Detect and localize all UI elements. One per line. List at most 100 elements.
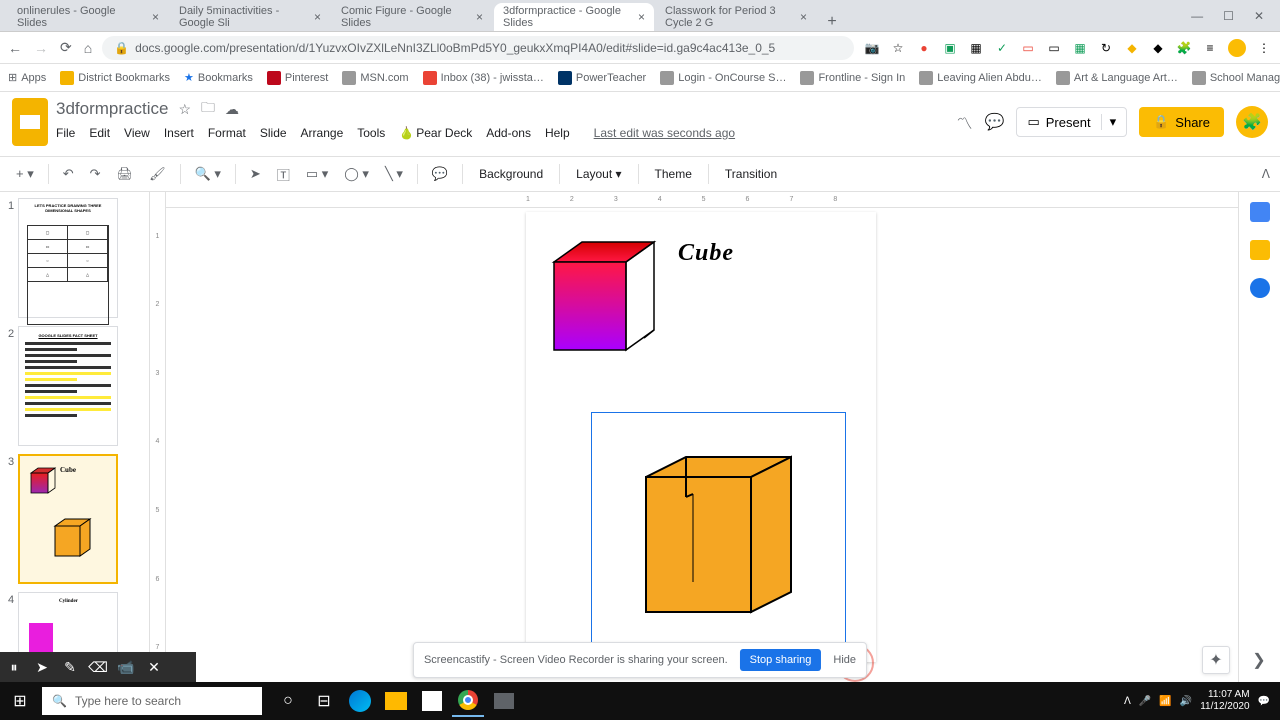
chrome-icon[interactable] bbox=[452, 685, 484, 717]
cortana-icon[interactable]: ○ bbox=[272, 685, 304, 717]
document-title[interactable]: 3dformpractice bbox=[56, 99, 168, 119]
explorer-icon[interactable] bbox=[380, 685, 412, 717]
gradient-cube-shape[interactable] bbox=[536, 232, 666, 362]
menu-tools[interactable]: Tools bbox=[357, 126, 385, 140]
slides-logo-icon[interactable] bbox=[12, 98, 48, 146]
image-tool[interactable]: ▭ ▾ bbox=[300, 162, 334, 186]
wifi-icon[interactable]: 📶 bbox=[1159, 696, 1171, 707]
camera-icon[interactable] bbox=[488, 685, 520, 717]
search-input[interactable]: 🔍 Type here to search bbox=[42, 687, 262, 715]
ext-icon[interactable]: ▭ bbox=[1020, 40, 1036, 56]
bookmark-item[interactable]: Art & Language Art… bbox=[1056, 71, 1178, 85]
comment-tool[interactable]: 💬 bbox=[426, 162, 454, 186]
back-icon[interactable]: ← bbox=[8, 40, 22, 56]
browser-tab[interactable]: onlinerules - Google Slides× bbox=[8, 3, 168, 31]
close-icon[interactable]: × bbox=[152, 10, 159, 24]
browser-tab[interactable]: Classwork for Period 3 Cycle 2 G× bbox=[656, 3, 816, 31]
start-button[interactable]: ⊞ bbox=[0, 682, 40, 720]
select-tool[interactable]: ➤ bbox=[244, 162, 267, 186]
textbox-tool[interactable]: 🅃 bbox=[271, 161, 296, 188]
close-icon[interactable]: × bbox=[638, 10, 645, 24]
zoom-button[interactable]: 🔍 ▾ bbox=[189, 162, 227, 186]
ext-icon[interactable]: ▦ bbox=[968, 40, 984, 56]
slide-thumbnail-2[interactable]: 2 GOOGLE SLIDES FACT SHEET bbox=[4, 326, 145, 446]
store-icon[interactable] bbox=[416, 685, 448, 717]
clock[interactable]: 11:07 AM 11/12/2020 bbox=[1200, 689, 1249, 713]
task-view-icon[interactable]: ⊟ bbox=[308, 685, 340, 717]
browser-tab[interactable]: Daily 5minactivities - Google Sli× bbox=[170, 3, 330, 31]
webcam-button[interactable]: 📹 bbox=[112, 652, 140, 682]
ext-icon[interactable]: ◆ bbox=[1124, 40, 1140, 56]
extensions-icon[interactable]: 🧩 bbox=[1176, 40, 1192, 56]
hide-button[interactable]: Hide bbox=[833, 654, 856, 666]
ext-icon[interactable]: ↻ bbox=[1098, 40, 1114, 56]
reload-icon[interactable]: ⟳ bbox=[60, 39, 72, 56]
pen-tool-button[interactable]: ✎ bbox=[56, 652, 84, 682]
pause-button[interactable]: ⏸ bbox=[0, 652, 28, 682]
share-button[interactable]: 🔒 Share bbox=[1139, 107, 1224, 137]
layout-button[interactable]: Layout ▾ bbox=[568, 163, 629, 185]
redo-button[interactable]: ↷ bbox=[84, 162, 107, 186]
bookmark-item[interactable]: District Bookmarks bbox=[60, 71, 170, 85]
background-button[interactable]: Background bbox=[471, 163, 551, 185]
menu-arrange[interactable]: Arrange bbox=[301, 126, 344, 140]
bookmark-item[interactable]: Frontline - Sign In bbox=[800, 71, 905, 85]
present-button[interactable]: ▭ Present ▾ bbox=[1016, 107, 1127, 137]
ext-icon[interactable]: ● bbox=[916, 40, 932, 56]
chevron-down-icon[interactable]: ▾ bbox=[1101, 114, 1117, 130]
ext-icon[interactable]: ▭ bbox=[1046, 40, 1062, 56]
collapse-toolbar-icon[interactable]: ᐱ bbox=[1262, 167, 1270, 181]
home-icon[interactable]: ⌂ bbox=[84, 40, 92, 56]
close-icon[interactable]: ✕ bbox=[1254, 9, 1264, 23]
close-controls-button[interactable]: ✕ bbox=[140, 652, 168, 682]
ext-icon[interactable]: ◆ bbox=[1150, 40, 1166, 56]
bookmark-item[interactable]: PowerTeacher bbox=[558, 71, 646, 85]
mic-icon[interactable]: 🎤 bbox=[1139, 696, 1151, 707]
filmstrip[interactable]: 1 LETS PRACTICE DRAWING THREEDIMENSIONAL… bbox=[0, 192, 150, 682]
comment-icon[interactable]: 💬 bbox=[985, 112, 1005, 132]
print-button[interactable]: 🖨 bbox=[111, 162, 140, 186]
shape-tool[interactable]: ◯ ▾ bbox=[338, 162, 375, 186]
star-icon[interactable]: ☆ bbox=[890, 40, 906, 56]
menu-icon[interactable]: ⋮ bbox=[1256, 40, 1272, 56]
browser-tab[interactable]: Comic Figure - Google Slides× bbox=[332, 3, 492, 31]
edge-icon[interactable] bbox=[344, 685, 376, 717]
last-edit-link[interactable]: Last edit was seconds ago bbox=[594, 126, 735, 140]
undo-button[interactable]: ↶ bbox=[57, 162, 80, 186]
canvas-area[interactable]: 1 2 3 4 5 6 7 8 Cube bbox=[166, 192, 1238, 682]
menu-view[interactable]: View bbox=[124, 126, 150, 140]
cloud-icon[interactable]: ☁ bbox=[225, 101, 239, 118]
menu-file[interactable]: File bbox=[56, 126, 75, 140]
bookmark-item[interactable]: Leaving Alien Abdu… bbox=[919, 71, 1042, 85]
eraser-tool-button[interactable]: ⌫ bbox=[84, 652, 112, 682]
apps-button[interactable]: ⊞Apps bbox=[8, 71, 46, 84]
close-icon[interactable]: × bbox=[314, 10, 321, 24]
selection-box[interactable] bbox=[591, 412, 846, 667]
close-icon[interactable]: × bbox=[800, 10, 807, 24]
explore-button[interactable]: ✦ bbox=[1202, 646, 1230, 674]
ext-icon[interactable]: ≡ bbox=[1202, 40, 1218, 56]
bookmark-item[interactable]: Login - OnCourse S… bbox=[660, 71, 786, 85]
forward-icon[interactable]: → bbox=[34, 40, 48, 56]
slide-thumbnail-3[interactable]: 3 Cube bbox=[4, 454, 145, 584]
theme-button[interactable]: Theme bbox=[647, 163, 700, 185]
ext-icon[interactable]: ✓ bbox=[994, 40, 1010, 56]
stop-sharing-button[interactable]: Stop sharing bbox=[740, 649, 822, 671]
ext-icon[interactable]: ▣ bbox=[942, 40, 958, 56]
menu-slide[interactable]: Slide bbox=[260, 126, 287, 140]
volume-icon[interactable]: 🔊 bbox=[1180, 696, 1192, 707]
collapse-panel-icon[interactable]: ❯ bbox=[1248, 646, 1270, 674]
url-input[interactable]: 🔒 docs.google.com/presentation/d/1YuzvxO… bbox=[102, 36, 854, 60]
paint-format-button[interactable]: 🖌 bbox=[143, 162, 172, 186]
calendar-icon[interactable] bbox=[1250, 202, 1270, 222]
menu-peardeck[interactable]: 🍐Pear Deck bbox=[399, 126, 472, 140]
notifications-icon[interactable]: 💬 bbox=[1258, 696, 1270, 707]
maximize-icon[interactable]: ☐ bbox=[1223, 9, 1234, 23]
star-icon[interactable]: ☆ bbox=[178, 101, 191, 118]
transition-button[interactable]: Transition bbox=[717, 163, 785, 185]
menu-edit[interactable]: Edit bbox=[89, 126, 110, 140]
bookmark-item[interactable]: School Manageme… bbox=[1192, 71, 1280, 85]
bookmark-item[interactable]: Pinterest bbox=[267, 71, 328, 85]
new-tab-button[interactable]: + bbox=[818, 13, 846, 31]
new-slide-button[interactable]: + ▾ bbox=[10, 162, 40, 186]
